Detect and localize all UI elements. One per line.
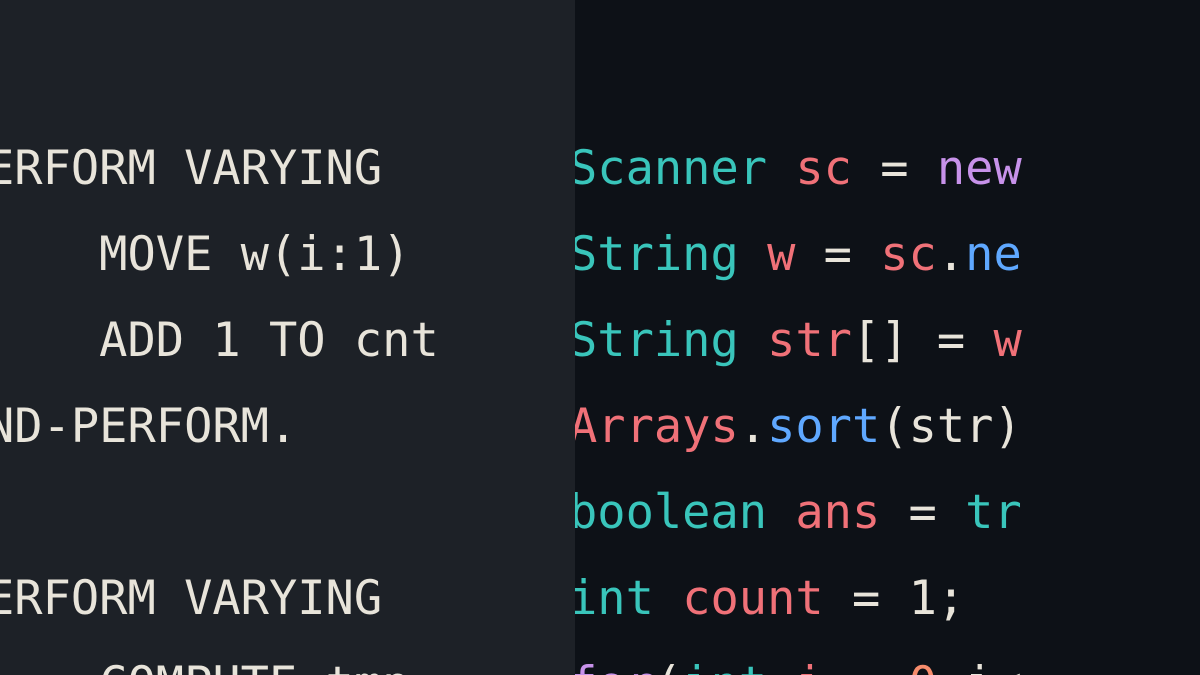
code-token: sc xyxy=(880,227,937,282)
code-token: 0 xyxy=(909,657,937,675)
left-code-line: ADD 1 TO cnt xyxy=(0,298,561,384)
code-token: Scanner xyxy=(575,141,767,196)
code-token: str xyxy=(909,399,994,454)
code-token: ( xyxy=(654,657,682,675)
right-code-line: String w = sc.ne xyxy=(575,212,1194,298)
right-code-line: String str[] = w xyxy=(575,298,1194,384)
split-editor: ERFORM VARYING MOVE w(i:1) ADD 1 TO cntN… xyxy=(0,0,1200,675)
code-token: sort xyxy=(767,399,880,454)
right-code-content: Scanner sc = newString w = sc.neString s… xyxy=(575,126,1194,675)
code-token: [] = xyxy=(852,313,993,368)
right-code-line: for(int i = 0;i< xyxy=(575,642,1194,675)
code-token xyxy=(654,571,682,626)
code-token xyxy=(767,657,795,675)
right-code-line: Arrays.sort(str) xyxy=(575,384,1194,470)
code-token xyxy=(739,313,767,368)
left-code-line: ERFORM VARYING xyxy=(0,126,561,212)
code-token: = xyxy=(880,485,965,540)
code-token xyxy=(767,141,795,196)
right-code-line: boolean ans = tr xyxy=(575,470,1194,556)
code-token xyxy=(739,227,767,282)
code-token: str xyxy=(767,313,852,368)
code-token: count xyxy=(682,571,823,626)
code-token: i xyxy=(795,657,823,675)
right-code-line: Scanner sc = new xyxy=(575,126,1194,212)
code-token: ) xyxy=(993,399,1021,454)
code-token: ; xyxy=(937,657,965,675)
code-token: new xyxy=(937,141,1022,196)
code-token: int xyxy=(575,571,654,626)
code-token: String xyxy=(575,313,739,368)
code-token: ne xyxy=(965,227,1022,282)
left-code-line: COMPUTE tmp xyxy=(0,642,561,675)
left-code-line xyxy=(0,470,561,556)
code-token: w xyxy=(767,227,795,282)
code-token: 1 xyxy=(909,571,937,626)
code-token xyxy=(767,485,795,540)
right-code-pane[interactable]: Scanner sc = newString w = sc.neString s… xyxy=(575,0,1200,675)
left-code-pane[interactable]: ERFORM VARYING MOVE w(i:1) ADD 1 TO cntN… xyxy=(0,0,575,675)
code-token: ; xyxy=(937,571,965,626)
code-token: w xyxy=(993,313,1021,368)
code-token: = xyxy=(824,657,909,675)
code-token: = xyxy=(795,227,880,282)
code-token: = xyxy=(852,141,937,196)
code-token: int xyxy=(682,657,767,675)
left-code-line: ERFORM VARYING xyxy=(0,556,561,642)
code-token: ans xyxy=(795,485,880,540)
left-code-line: ND-PERFORM. xyxy=(0,384,561,470)
left-code-content: ERFORM VARYING MOVE w(i:1) ADD 1 TO cntN… xyxy=(0,126,561,675)
code-token: = xyxy=(824,571,909,626)
code-token: tr xyxy=(965,485,1022,540)
code-token: boolean xyxy=(575,485,767,540)
right-code-line: int count = 1; xyxy=(575,556,1194,642)
code-token: ( xyxy=(880,399,908,454)
code-token: for xyxy=(575,657,654,675)
code-token: . xyxy=(739,399,767,454)
code-token: String xyxy=(575,227,739,282)
code-token: i< xyxy=(965,657,1022,675)
code-token: . xyxy=(937,227,965,282)
code-token: Arrays xyxy=(575,399,739,454)
left-code-line: MOVE w(i:1) xyxy=(0,212,561,298)
code-token: sc xyxy=(795,141,852,196)
